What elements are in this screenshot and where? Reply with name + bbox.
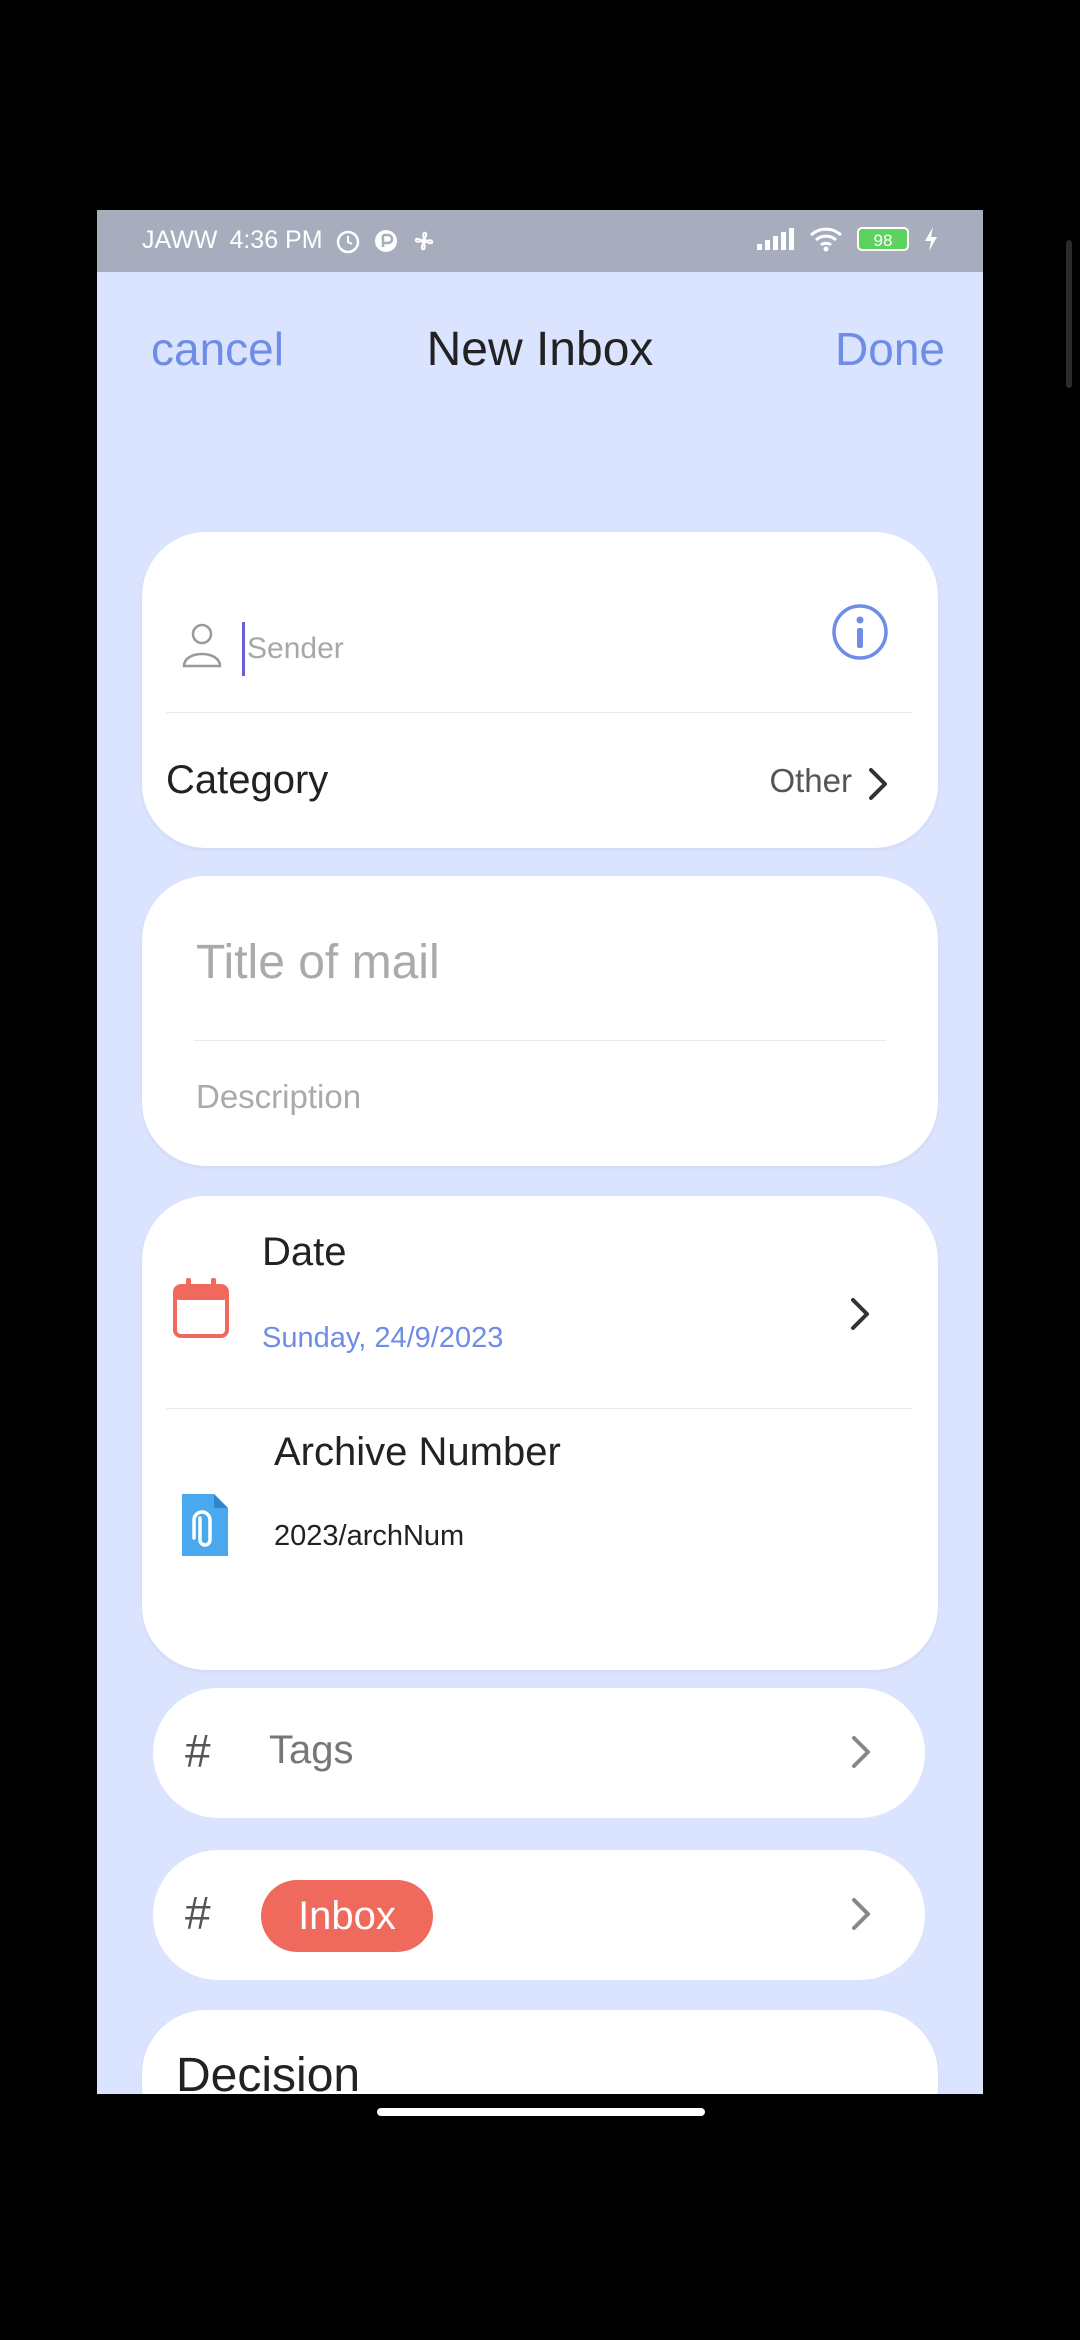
divider (166, 712, 912, 713)
status-bar: JAWW 4:36 PM 98 (97, 210, 983, 272)
app-screen: JAWW 4:36 PM 98 cancel New Inbox Done Se… (97, 210, 983, 2094)
archive-number-label: Archive Number (274, 1430, 561, 1474)
divider (194, 1040, 886, 1041)
decision-label: Decision (176, 2049, 361, 2094)
date-row[interactable]: Date Sunday, 24/9/2023 (142, 1196, 938, 1406)
status-left: JAWW 4:36 PM (142, 226, 437, 255)
charging-icon (925, 227, 937, 251)
status-right: 98 (755, 226, 939, 252)
signal-icon (757, 228, 794, 250)
sender-category-card: Category Other (142, 532, 938, 848)
date-value: Sunday, 24/9/2023 (262, 1322, 504, 1354)
scrollbar[interactable] (1066, 240, 1072, 388)
status-time: 4:36 PM (229, 226, 323, 254)
carrier-name: JAWW (142, 226, 218, 254)
chevron-right-icon (852, 1898, 870, 1930)
battery-icon: 98 (857, 227, 909, 251)
file-attachment-icon (182, 1494, 228, 1556)
hash-icon: # (185, 1887, 211, 1939)
date-label: Date (262, 1230, 347, 1274)
app-icon (374, 229, 397, 252)
person-icon (182, 623, 222, 668)
inbox-row[interactable]: # Inbox (153, 1850, 925, 1980)
date-archive-card: Date Sunday, 24/9/2023 Archive Number 20… (142, 1196, 938, 1670)
chevron-right-icon (851, 1298, 869, 1330)
category-value: Other (769, 762, 852, 799)
chevron-right-icon (852, 1736, 870, 1768)
archive-number-row[interactable]: Archive Number 2023/archNum (142, 1410, 938, 1630)
category-row[interactable]: Category Other (166, 748, 912, 818)
divider (166, 1408, 912, 1409)
category-label: Category (166, 758, 329, 802)
home-indicator[interactable] (377, 2108, 705, 2116)
nav-bar: cancel New Inbox Done (97, 272, 983, 392)
hash-icon: # (185, 1725, 211, 1777)
description-input[interactable] (194, 1066, 888, 1128)
alarm-icon (336, 230, 359, 253)
mail-title-input[interactable] (194, 926, 888, 998)
inbox-chip: Inbox (261, 1880, 433, 1952)
tags-row[interactable]: # Tags (153, 1688, 925, 1818)
sender-input[interactable] (242, 622, 809, 676)
done-button[interactable]: Done (835, 322, 945, 376)
tags-label: Tags (269, 1728, 354, 1772)
mail-content-card (142, 876, 938, 1166)
info-icon[interactable] (830, 602, 890, 662)
calendar-icon (173, 1278, 229, 1338)
wifi-icon (809, 227, 843, 252)
sender-row (182, 602, 898, 692)
chevron-right-icon (869, 768, 887, 800)
archive-number-value: 2023/archNum (274, 1520, 465, 1552)
decision-card[interactable]: Decision (142, 2010, 938, 2094)
fan-icon (414, 231, 433, 250)
